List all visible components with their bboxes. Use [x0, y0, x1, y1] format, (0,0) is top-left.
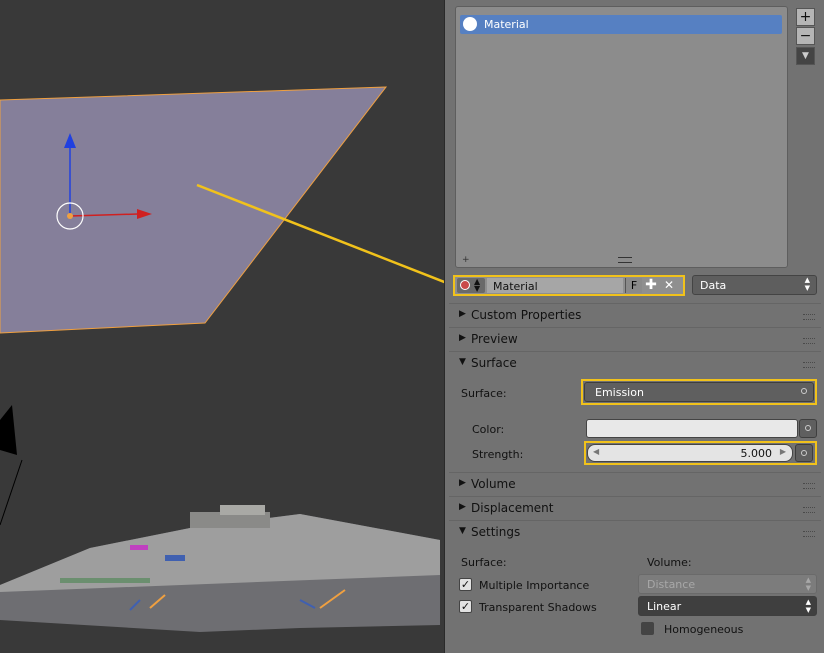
- volume-interpolation-value: Linear: [647, 600, 682, 613]
- settings-volume-label: Volume:: [647, 556, 692, 569]
- list-resize-handle[interactable]: [618, 257, 632, 263]
- slot-menu-button[interactable]: ▼: [796, 47, 815, 65]
- 3d-viewport[interactable]: [0, 0, 444, 653]
- section-preview[interactable]: ▶ Preview: [449, 327, 821, 350]
- link-data-label: Data: [700, 279, 727, 292]
- volume-sampling-dropdown[interactable]: Distance ▲ ▼: [638, 574, 817, 594]
- remove-slot-button[interactable]: −: [796, 27, 815, 45]
- section-title: Displacement: [471, 501, 554, 515]
- checkmark-icon: ✓: [459, 600, 472, 613]
- material-properties-panel: Material + + − ▼ ▲ ▼ Material F ✚ ✕ Data …: [444, 0, 824, 653]
- transparent-shadows-label: Transparent Shadows: [479, 601, 597, 614]
- section-custom-properties[interactable]: ▶ Custom Properties: [449, 303, 821, 326]
- new-material-button[interactable]: ✚: [643, 278, 659, 293]
- drag-grip-icon[interactable]: [803, 362, 815, 368]
- section-volume[interactable]: ▶ Volume: [449, 472, 821, 495]
- volume-sampling-value: Distance: [647, 578, 696, 591]
- drag-grip-icon[interactable]: [803, 483, 815, 489]
- dark-object: [0, 405, 17, 455]
- dropdown-updown-icon: ▲ ▼: [805, 598, 811, 614]
- dropdown-updown-icon: ▲ ▼: [805, 576, 811, 592]
- drag-grip-icon[interactable]: [803, 531, 815, 537]
- homogeneous-label: Homogeneous: [664, 623, 744, 636]
- fake-user-button[interactable]: F: [625, 278, 642, 293]
- drag-grip-icon[interactable]: [803, 314, 815, 320]
- add-slot-button[interactable]: +: [796, 8, 815, 26]
- volume-interpolation-dropdown[interactable]: Linear ▲ ▼: [638, 596, 817, 616]
- material-slot-item[interactable]: Material: [460, 15, 782, 34]
- wire-edge: [0, 459, 23, 526]
- transparent-shadows-checkbox[interactable]: ✓ Transparent Shadows: [459, 599, 629, 615]
- material-slot-label: Material: [484, 18, 529, 31]
- homogeneous-checkbox[interactable]: Homogeneous: [641, 621, 791, 637]
- expand-arrow-icon: ▶: [459, 502, 466, 512]
- expand-arrow-icon: ▶: [459, 478, 466, 488]
- material-selector[interactable]: ▲ ▼ Material F ✚ ✕: [453, 275, 685, 296]
- strength-field[interactable]: ◀ 5.000 ▶: [587, 444, 793, 462]
- multiple-importance-checkbox[interactable]: ✓ Multiple Importance: [459, 577, 629, 593]
- strength-socket-button[interactable]: [795, 444, 813, 462]
- drag-grip-icon[interactable]: [803, 338, 815, 344]
- surface-shader-value: Emission: [595, 386, 644, 399]
- list-filter-icon[interactable]: +: [462, 255, 470, 265]
- section-title: Volume: [471, 477, 516, 491]
- strength-highlight: ◀ 5.000 ▶: [584, 441, 817, 465]
- material-name-field[interactable]: Material: [487, 278, 623, 293]
- spaceship-model[interactable]: [0, 505, 440, 632]
- settings-surface-label: Surface:: [461, 556, 507, 569]
- increment-arrow-icon[interactable]: ▶: [780, 447, 786, 456]
- section-title: Settings: [471, 525, 521, 539]
- multiple-importance-label: Multiple Importance: [479, 579, 590, 592]
- strength-value: 5.000: [740, 447, 773, 460]
- section-title: Surface: [471, 356, 517, 370]
- section-surface[interactable]: ▼ Surface: [449, 351, 821, 374]
- material-sphere-icon: [463, 17, 477, 31]
- material-name-text: Material: [493, 280, 538, 293]
- link-data-dropdown[interactable]: Data ▲ ▼: [692, 275, 817, 295]
- drag-grip-icon[interactable]: [803, 507, 815, 513]
- socket-icon: [801, 388, 807, 394]
- collapse-arrow-icon: ▼: [459, 526, 466, 536]
- material-browse-icon: [460, 280, 470, 290]
- fake-user-label: F: [630, 279, 638, 292]
- color-socket-button[interactable]: [799, 419, 817, 438]
- surface-shader-label: Surface:: [461, 387, 507, 400]
- unlink-material-button[interactable]: ✕: [661, 278, 677, 293]
- checkmark-icon: ✓: [459, 578, 472, 591]
- material-slot-list[interactable]: Material +: [455, 6, 788, 268]
- socket-icon: [805, 425, 811, 431]
- strength-label: Strength:: [472, 448, 524, 461]
- browse-material-button[interactable]: ▲ ▼: [457, 278, 485, 293]
- expand-arrow-icon: ▶: [459, 309, 466, 319]
- section-title: Preview: [471, 332, 518, 346]
- surface-shader-dropdown[interactable]: Emission: [584, 382, 814, 402]
- color-label: Color:: [472, 423, 505, 436]
- updown-icon: ▲ ▼: [474, 277, 481, 293]
- dropdown-updown-icon: ▲ ▼: [804, 276, 810, 292]
- socket-icon: [801, 450, 807, 456]
- object-origin: [67, 213, 73, 219]
- section-settings[interactable]: ▼ Settings: [449, 520, 821, 543]
- viewport-scene: [0, 86, 444, 632]
- decrement-arrow-icon[interactable]: ◀: [593, 447, 599, 456]
- color-swatch[interactable]: [586, 419, 798, 438]
- checkbox-empty-icon: [641, 622, 654, 635]
- section-displacement[interactable]: ▶ Displacement: [449, 496, 821, 519]
- surface-shader-highlight: Emission: [581, 379, 817, 405]
- expand-arrow-icon: ▶: [459, 333, 466, 343]
- collapse-arrow-icon: ▼: [459, 357, 466, 367]
- section-title: Custom Properties: [471, 308, 582, 322]
